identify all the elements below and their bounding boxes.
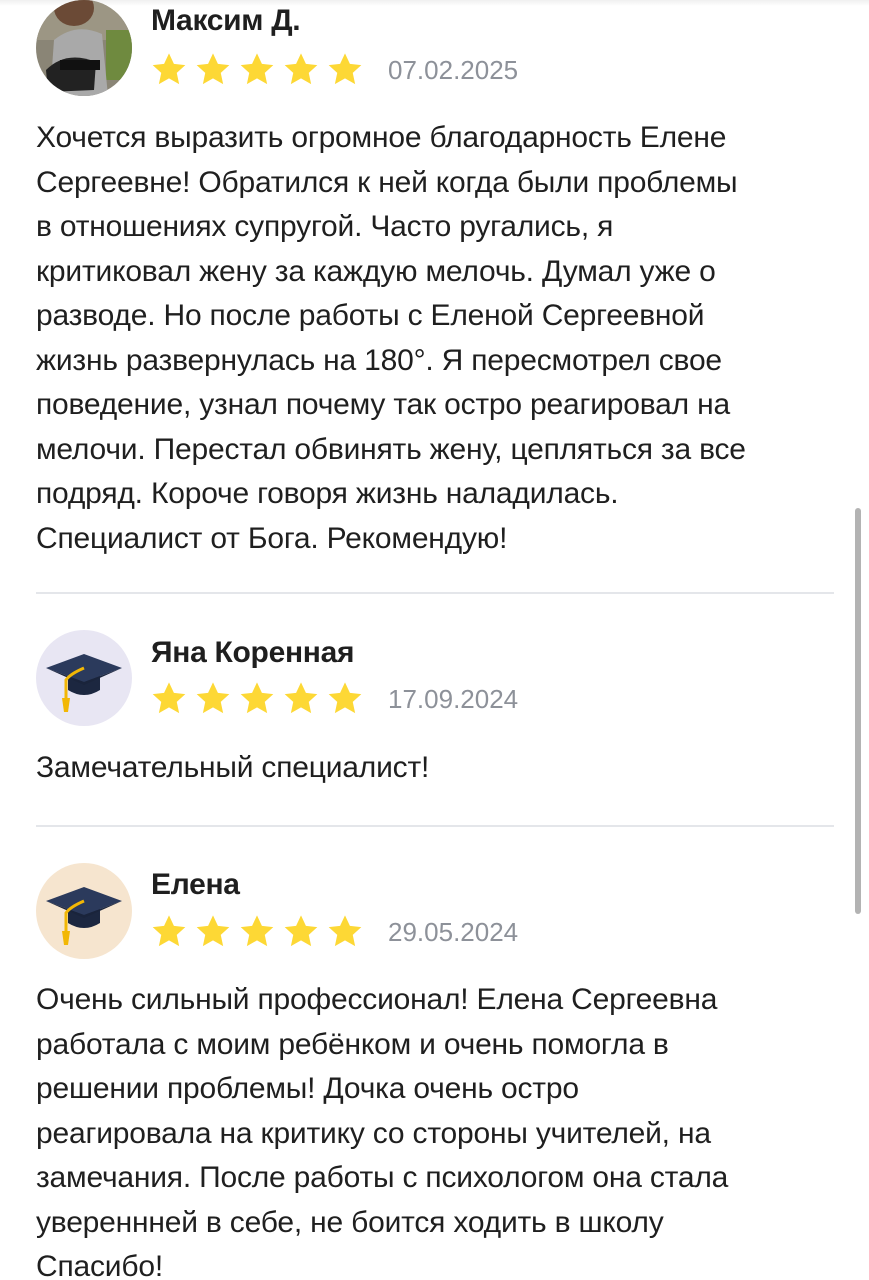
graduation-cap-icon xyxy=(46,887,122,945)
star-icon xyxy=(240,53,274,85)
user-photo xyxy=(36,0,132,96)
star-icon xyxy=(328,53,362,85)
star-icon xyxy=(284,53,318,85)
rating-stars xyxy=(150,680,364,718)
rating-stars xyxy=(150,51,364,89)
star-icon xyxy=(196,915,230,947)
review-date: 29.05.2024 xyxy=(388,917,519,947)
review-text: Замечательный специалист! xyxy=(36,751,430,784)
review-date: 07.02.2025 xyxy=(388,55,519,85)
star-icon xyxy=(196,682,230,714)
star-icon xyxy=(284,915,318,947)
review-date: 17.09.2024 xyxy=(388,684,519,714)
review-text: Очень сильный профессионал! Елена Сергее… xyxy=(36,983,729,1280)
user-avatar[interactable] xyxy=(36,0,132,96)
graduation-cap-icon xyxy=(46,654,122,712)
star-icon xyxy=(240,682,274,714)
top-shadow xyxy=(0,0,869,6)
scrollbar[interactable] xyxy=(855,508,861,914)
rating-stars xyxy=(150,913,364,951)
user-avatar[interactable] xyxy=(36,630,132,726)
divider xyxy=(36,592,834,594)
reviews-page: Максим Д. 07.02.2025 Хочется выразить ог… xyxy=(0,0,869,1280)
star-icon xyxy=(328,682,362,714)
star-icon xyxy=(328,915,362,947)
divider xyxy=(36,825,834,827)
star-icon xyxy=(196,53,230,85)
review-author: Максим Д. xyxy=(151,4,301,37)
star-icon xyxy=(152,682,186,714)
user-avatar[interactable] xyxy=(36,863,132,959)
star-icon xyxy=(284,682,318,714)
star-icon xyxy=(152,915,186,947)
review-author: Яна Коренная xyxy=(151,636,355,669)
star-icon xyxy=(240,915,274,947)
star-icon xyxy=(152,53,186,85)
review-author: Елена xyxy=(151,868,240,901)
review-text: Хочется выразить огромное благодарность … xyxy=(36,121,746,555)
